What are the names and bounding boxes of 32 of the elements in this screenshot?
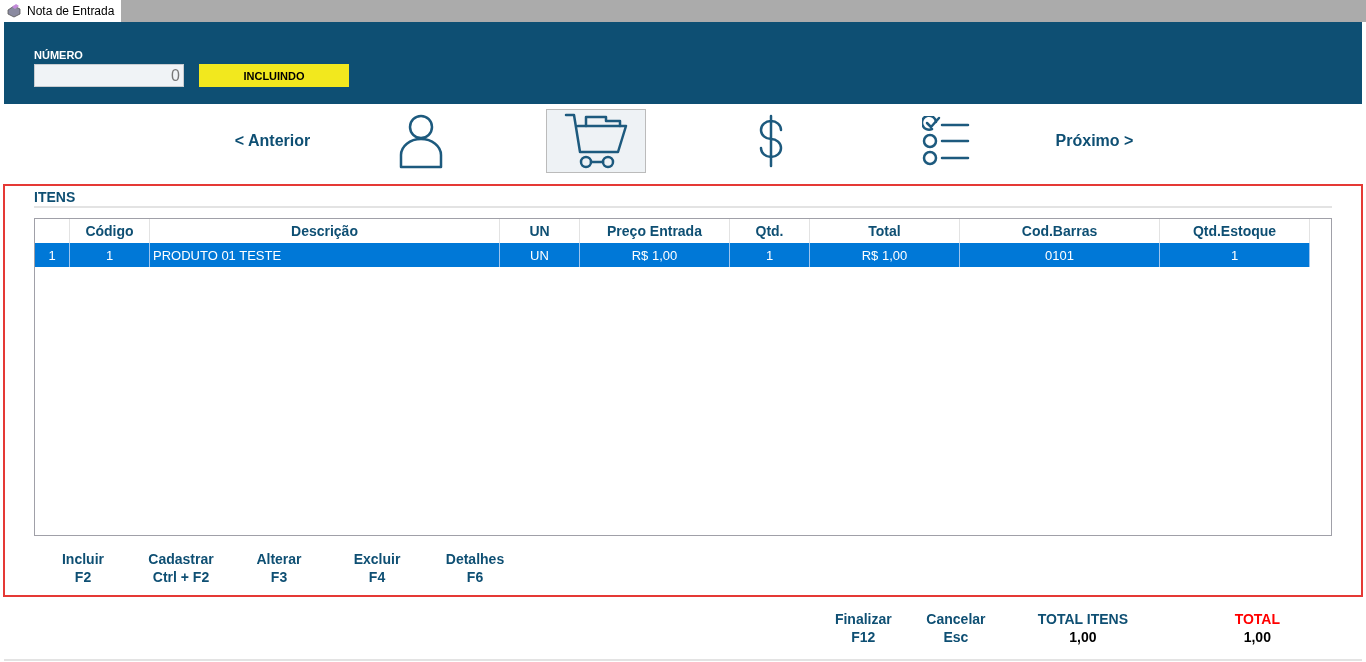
footer-action-button[interactable]: Cancelar Esc — [920, 610, 992, 646]
total-value: 1,00 — [1068, 628, 1098, 646]
cart-icon — [564, 112, 628, 170]
action-button[interactable]: Cadastrar Ctrl + F2 — [146, 550, 216, 586]
table-cell: R$ 1,00 — [580, 243, 730, 267]
numero-field[interactable]: 0 — [34, 64, 184, 87]
table-cell: PRODUTO 01 TESTE — [150, 243, 500, 267]
table-cell: R$ 1,00 — [810, 243, 960, 267]
section-title: ITENS — [34, 189, 76, 205]
action-button[interactable]: Detalhes F6 — [440, 550, 510, 586]
step-button[interactable] — [546, 109, 646, 173]
table-cell: 0101 — [960, 243, 1160, 267]
table-cell: 1 — [1160, 243, 1310, 267]
table-cell: 1 — [730, 243, 810, 267]
action-button[interactable]: Alterar F3 — [244, 550, 314, 586]
table-cell: 1 — [35, 243, 70, 267]
total-label: TOTAL ITENS — [1036, 610, 1130, 628]
table-cell: UN — [500, 243, 580, 267]
checklist-icon — [922, 116, 970, 166]
window-tab[interactable]: Nota de Entrada — [0, 0, 122, 22]
total-value: 1,00 — [1242, 628, 1272, 646]
numero-label: NÚMERO — [34, 49, 83, 63]
table-row[interactable]: 1 1 PRODUTO 01 TESTE UN R$ 1,00 1 R$ 1,00 0101 1 — [35, 243, 1310, 267]
action-button[interactable]: Incluir F2 — [48, 550, 118, 586]
previous-button[interactable]: < Anterior — [174, 132, 371, 150]
status-badge: INCLUINDO — [199, 64, 349, 87]
table-cell: 1 — [70, 243, 150, 267]
action-button[interactable]: Excluir F4 — [342, 550, 412, 586]
next-button[interactable]: Próximo > — [996, 132, 1193, 150]
person-icon — [398, 113, 444, 169]
footer-action-button[interactable]: Finalizar F12 — [828, 610, 899, 646]
total-label: TOTAL — [1233, 610, 1281, 628]
